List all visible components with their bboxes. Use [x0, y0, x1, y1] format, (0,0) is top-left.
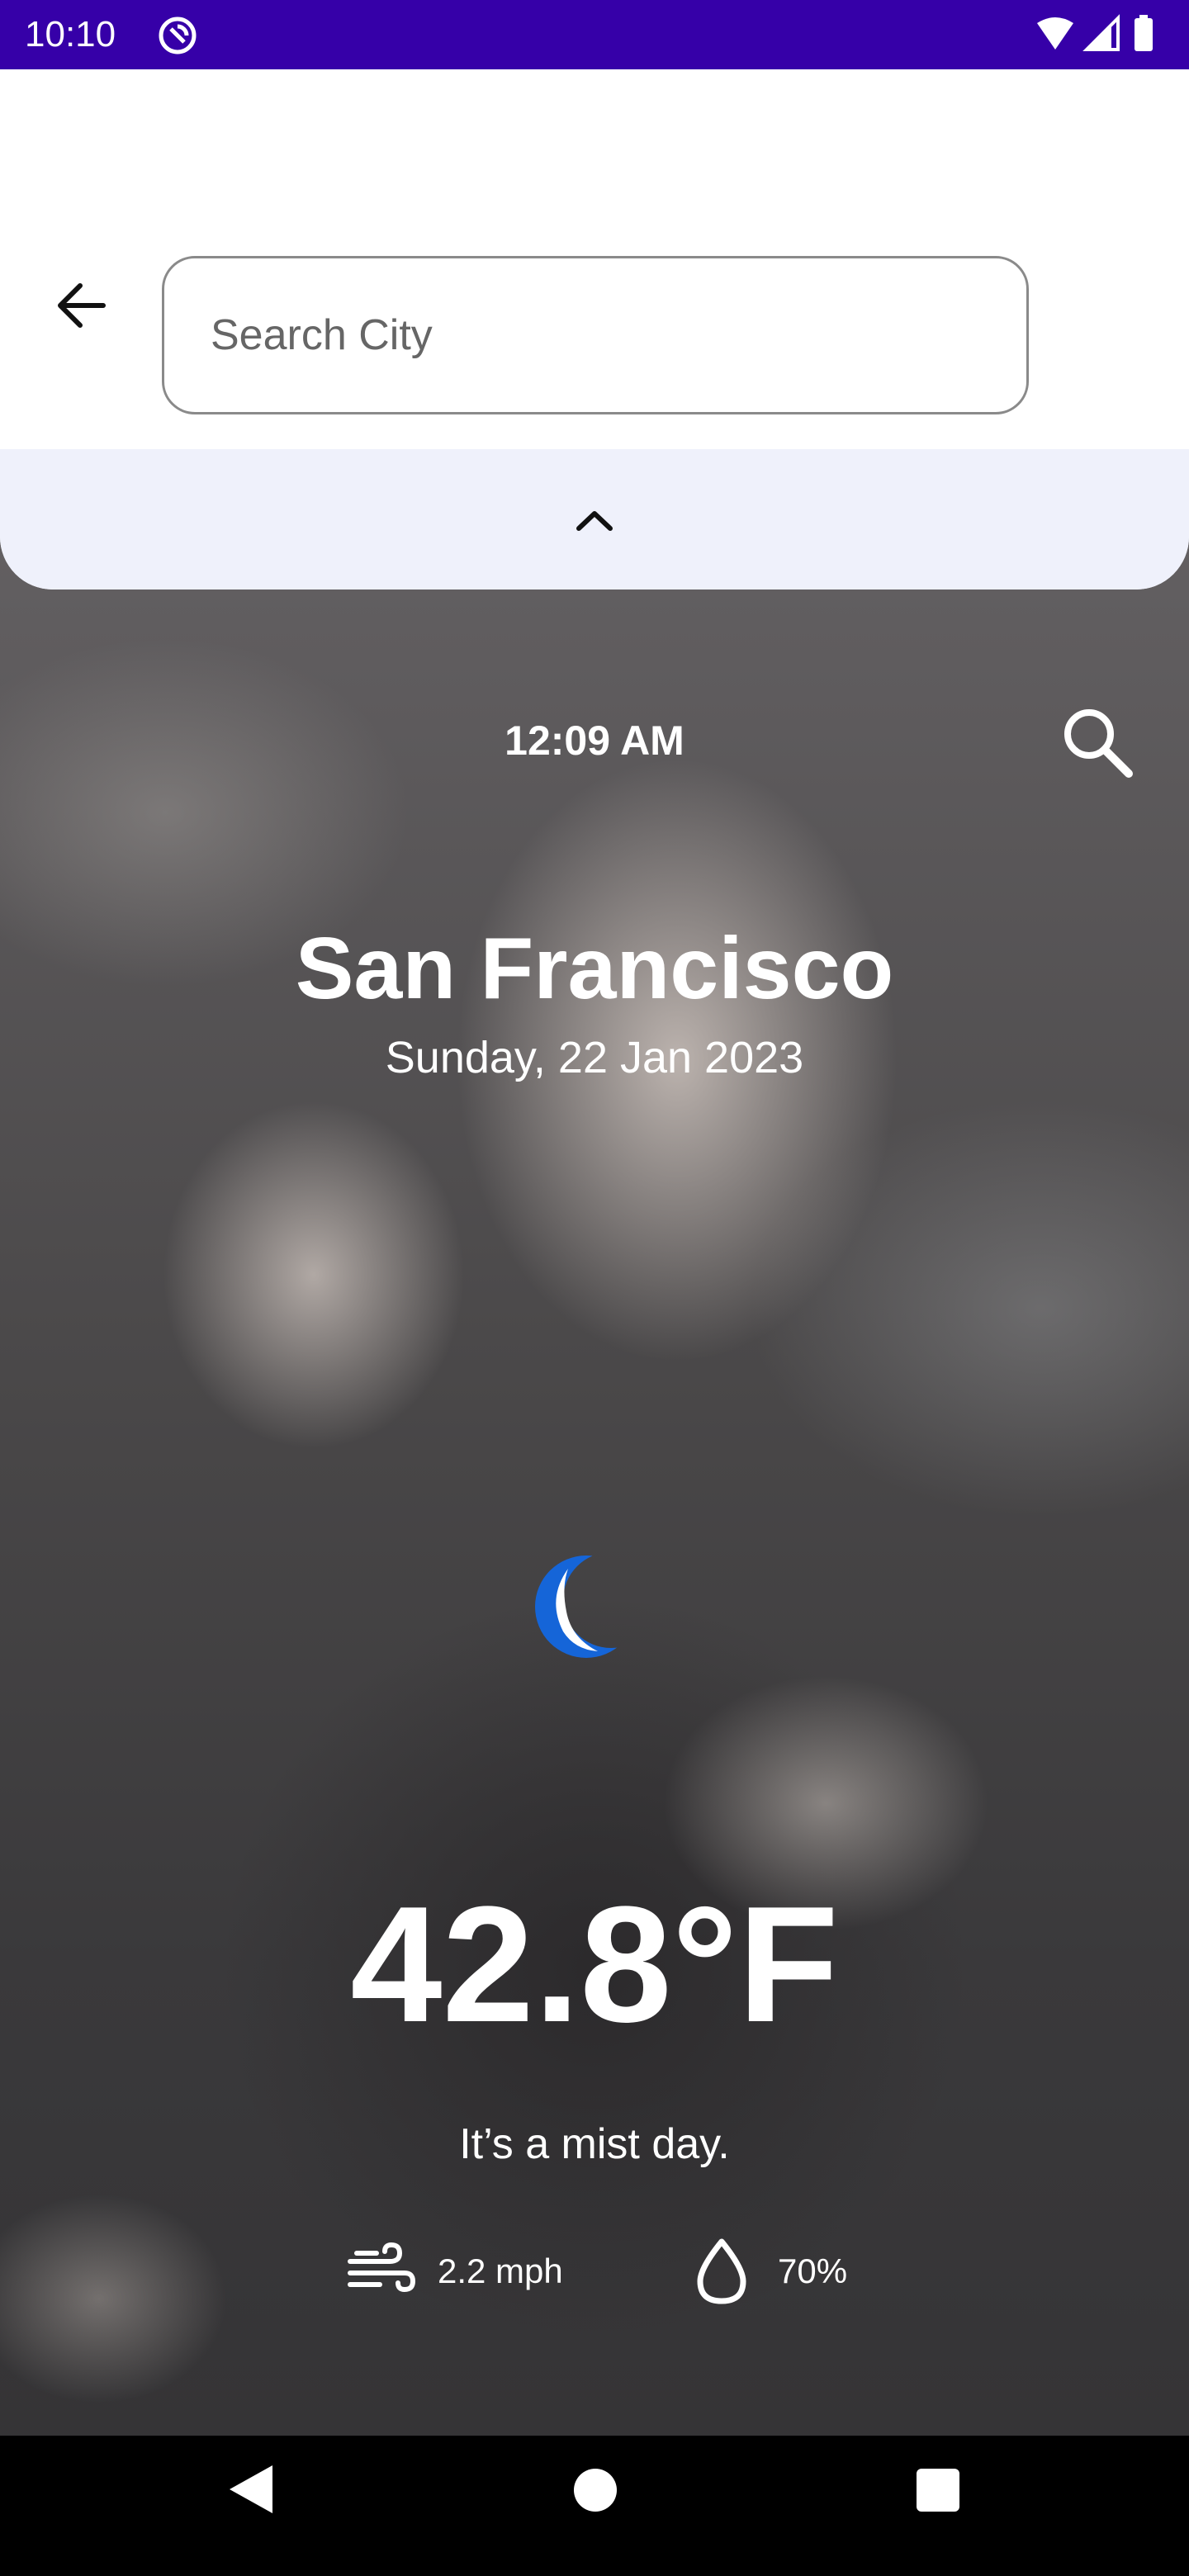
search-city-field[interactable] — [162, 256, 1029, 414]
nav-recents-button[interactable] — [917, 2469, 959, 2512]
wind-icon — [348, 2242, 416, 2293]
water-drop-icon — [697, 2238, 746, 2304]
status-indicators — [1037, 14, 1153, 51]
crescent-moon-icon — [535, 1556, 637, 1658]
wind-value: 2.2 mph — [438, 2252, 563, 2290]
collapse-handle[interactable] — [0, 449, 1189, 590]
battery-icon — [1135, 18, 1153, 51]
status-time: 10:10 — [25, 14, 116, 54]
city-name: San Francisco — [295, 920, 894, 1017]
weather-description: It’s a mist day. — [459, 2120, 730, 2168]
app-notification-icon — [159, 17, 197, 54]
humidity-stat: 70% — [687, 2234, 847, 2308]
search-icon — [1064, 709, 1133, 778]
nav-back-button[interactable] — [223, 2460, 277, 2518]
search-bar-area — [0, 69, 1189, 449]
system-navigation-bar — [0, 2436, 1189, 2576]
arrow-left-icon — [58, 283, 106, 328]
status-bar: 10:10 — [0, 0, 1189, 69]
back-button[interactable] — [40, 264, 122, 347]
search-button[interactable] — [1054, 698, 1139, 784]
current-time: 12:09 AM — [504, 717, 685, 764]
wind-stat: 2.2 mph — [347, 2234, 563, 2308]
search-panel — [0, 69, 1189, 590]
search-city-input[interactable] — [209, 310, 1005, 361]
nav-home-button[interactable] — [574, 2469, 617, 2512]
current-date: Sunday, 22 Jan 2023 — [385, 1033, 804, 1082]
temperature-value: 42.8°F — [350, 1873, 839, 2057]
chevron-up-icon — [576, 511, 613, 531]
humidity-value: 70% — [778, 2252, 848, 2290]
wifi-icon — [1037, 17, 1073, 50]
